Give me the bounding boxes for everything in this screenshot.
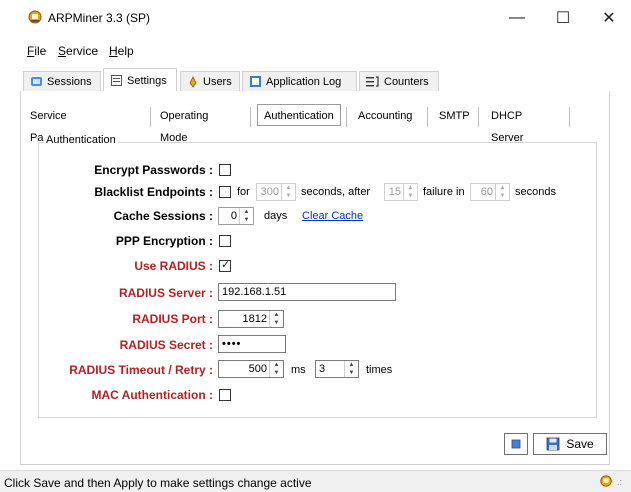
tab-counters-label: Counters xyxy=(384,75,429,88)
radius-retry-spinner[interactable]: 3 ▲ ▼ xyxy=(315,360,359,378)
blacklist-seconds-value: 300 xyxy=(260,186,279,198)
menu-service[interactable]: Service xyxy=(58,44,98,58)
encrypt-passwords-checkbox[interactable] xyxy=(219,164,231,176)
tab-users-label: Users xyxy=(203,75,232,88)
ppp-encryption-checkbox[interactable] xyxy=(219,235,231,247)
save-button-label: Save xyxy=(566,437,594,451)
spinner-arrows-icon[interactable]: ▲ ▼ xyxy=(239,208,253,224)
radius-retry-value: 3 xyxy=(319,363,326,375)
radius-secret-label: RADIUS Secret : xyxy=(119,338,213,352)
blacklist-failures-value: 15 xyxy=(388,186,401,198)
subtab-service-parameters[interactable]: Service Parameters xyxy=(24,105,93,144)
radius-port-label: RADIUS Port : xyxy=(132,312,213,326)
radius-server-input[interactable]: 192.168.1.51 xyxy=(218,283,396,301)
blacklist-seconds-after-text: seconds, after xyxy=(301,186,371,198)
spinner-arrows-icon[interactable]: ▲ ▼ xyxy=(344,361,358,377)
use-radius-label: Use RADIUS : xyxy=(134,259,213,273)
radius-port-value: 1812 xyxy=(242,313,267,325)
blacklist-window-value: 60 xyxy=(480,186,493,198)
stop-icon xyxy=(511,439,521,449)
log-icon xyxy=(250,76,261,87)
cache-sessions-label: Cache Sessions : xyxy=(113,209,213,223)
mac-authentication-label: MAC Authentication : xyxy=(91,388,213,402)
app-window: ARPMiner 3.3 (SP) — ☐ ✕ File Service Hel… xyxy=(0,0,631,492)
status-bar: Click Save and then Apply to make settin… xyxy=(0,470,631,492)
spinner-arrows-icon[interactable]: ▲ ▼ xyxy=(269,361,283,377)
users-icon xyxy=(189,76,197,88)
minimize-button[interactable]: — xyxy=(494,0,540,36)
refresh-button[interactable] xyxy=(504,433,528,455)
app-logo-icon xyxy=(28,10,42,24)
mac-authentication-checkbox[interactable] xyxy=(219,389,231,401)
authentication-group-label: Authentication xyxy=(44,134,118,146)
encrypt-passwords-label: Encrypt Passwords : xyxy=(94,163,213,177)
resize-grip-icon[interactable]: .: xyxy=(617,477,622,487)
radius-timeout-spinner[interactable]: 500 ▲ ▼ xyxy=(218,360,284,378)
subtab-accounting[interactable]: Accounting xyxy=(352,105,418,127)
tab-application-log[interactable]: Application Log xyxy=(242,71,357,91)
tab-application-log-label: Application Log xyxy=(266,75,342,88)
blacklist-endpoints-label: Blacklist Endpoints : xyxy=(94,185,213,199)
settings-icon xyxy=(111,75,122,86)
save-button[interactable]: Save xyxy=(533,433,607,455)
save-icon xyxy=(546,437,560,451)
tab-sessions[interactable]: Sessions xyxy=(23,71,101,91)
tab-counters[interactable]: Counters xyxy=(359,71,439,91)
tab-users[interactable]: Users xyxy=(180,71,240,91)
tab-settings-label: Settings xyxy=(127,74,167,87)
radius-timeout-retry-label: RADIUS Timeout / Retry : xyxy=(69,363,213,377)
spinner-arrows-icon[interactable]: ▲ ▼ xyxy=(495,184,509,200)
blacklist-seconds-spinner[interactable]: 300 ▲ ▼ xyxy=(256,183,296,201)
radius-secret-input[interactable]: •••• xyxy=(218,335,286,353)
subtab-dhcp-server[interactable]: DHCP Server xyxy=(485,105,529,144)
maximize-button[interactable]: ☐ xyxy=(540,0,586,36)
cache-sessions-value: 0 xyxy=(230,210,237,222)
main-tab-strip: Sessions Settings Users Application Log … xyxy=(20,67,610,92)
radius-port-spinner[interactable]: 1812 ▲ ▼ xyxy=(218,310,284,328)
subtab-smtp[interactable]: SMTP xyxy=(433,105,476,127)
cache-days-text: days xyxy=(264,210,288,222)
clear-cache-link[interactable]: Clear Cache xyxy=(302,210,363,222)
menu-file[interactable]: File xyxy=(27,44,46,58)
subtab-authentication[interactable]: Authentication xyxy=(257,104,341,126)
blacklist-window-spinner[interactable]: 60 ▲ ▼ xyxy=(470,183,510,201)
counters-icon xyxy=(366,76,379,87)
tab-settings[interactable]: Settings xyxy=(103,68,177,92)
status-app-icon xyxy=(600,475,612,487)
ppp-encryption-label: PPP Encryption : xyxy=(115,234,213,248)
blacklist-for-text: for xyxy=(237,186,250,198)
spinner-arrows-icon[interactable]: ▲ ▼ xyxy=(269,311,283,327)
radius-timeout-ms-text: ms xyxy=(291,364,306,376)
cache-sessions-spinner[interactable]: 0 ▲ ▼ xyxy=(218,207,254,225)
tab-sessions-label: Sessions xyxy=(47,75,92,88)
radius-times-text: times xyxy=(366,364,393,376)
radius-timeout-value: 500 xyxy=(248,363,267,375)
blacklist-seconds-text: seconds xyxy=(515,186,556,198)
use-radius-checkbox[interactable] xyxy=(219,258,231,272)
title-bar: ARPMiner 3.3 (SP) — ☐ ✕ xyxy=(0,0,631,36)
sessions-icon xyxy=(31,77,42,86)
subtab-operating-mode[interactable]: Operating Mode xyxy=(154,105,214,144)
spinner-arrows-icon[interactable]: ▲ ▼ xyxy=(403,184,417,200)
radius-server-label: RADIUS Server : xyxy=(118,286,213,300)
menu-help[interactable]: Help xyxy=(109,44,134,58)
spinner-arrows-icon[interactable]: ▲ ▼ xyxy=(281,184,295,200)
blacklist-failure-in-text: failure in xyxy=(423,186,465,198)
window-title: ARPMiner 3.3 (SP) xyxy=(48,11,151,25)
status-text: Click Save and then Apply to make settin… xyxy=(4,476,312,490)
blacklist-endpoints-checkbox[interactable] xyxy=(219,186,231,198)
blacklist-failures-spinner[interactable]: 15 ▲ ▼ xyxy=(384,183,418,201)
close-button[interactable]: ✕ xyxy=(586,0,631,36)
